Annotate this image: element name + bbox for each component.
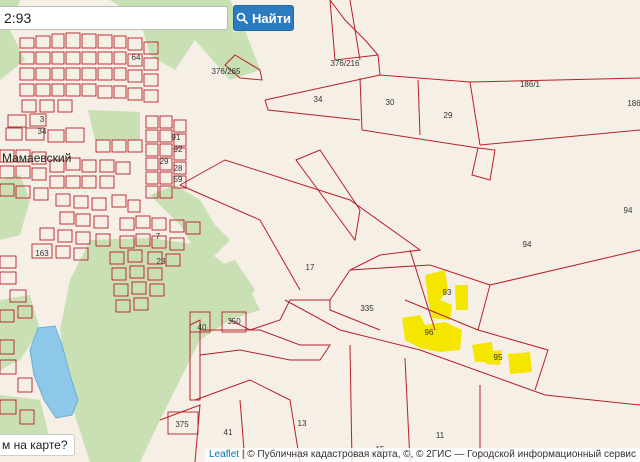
map-attribution: Leaflet | © Публичная кадастровая карта,…	[205, 448, 640, 462]
parcel-label: 17	[306, 263, 315, 272]
parcel-label: 94	[624, 206, 633, 215]
parcel-label: 96	[425, 328, 434, 337]
parcel-label: 3	[40, 115, 45, 124]
parcel-label: 59	[174, 175, 183, 184]
leaflet-link[interactable]: Leaflet	[209, 449, 239, 460]
parcel-label: 13	[298, 419, 307, 428]
place-name: Мамаевский	[2, 151, 71, 165]
parcel-label: 92	[174, 145, 183, 154]
parcel-label: 29	[444, 111, 453, 120]
parcel-label: 186	[627, 99, 640, 108]
parcel-label: 34	[38, 127, 47, 136]
parcel-label: 28	[174, 164, 183, 173]
parcel-label: 95	[494, 353, 503, 362]
parcel-label: 335	[360, 304, 374, 313]
parcel-label: 94	[523, 240, 532, 249]
cadastral-map[interactable]: 376/265 376/216 186/1 186 34 30 29 94 94…	[0, 0, 640, 462]
parcel-label: 163	[35, 249, 49, 258]
parcel-label: 350	[227, 317, 241, 326]
parcel-label: 376/216	[331, 59, 360, 68]
search-icon	[236, 12, 248, 24]
search-field[interactable]	[0, 6, 228, 30]
search-button[interactable]: Найти	[233, 5, 294, 31]
parcel-label: 11	[436, 431, 445, 440]
parcel-label: 376/265	[212, 67, 241, 76]
parcel-label: 30	[386, 98, 395, 107]
parcel-label: 40	[198, 323, 207, 332]
parcel-label: 91	[172, 133, 181, 142]
parcel-label: 64	[132, 53, 141, 62]
parcel-label: 23	[157, 257, 166, 266]
parcel-label: 29	[160, 157, 169, 166]
parcel-label: 375	[175, 420, 189, 429]
ask-map-link[interactable]: м на карте?	[0, 434, 75, 456]
parcel-label: 34	[314, 95, 323, 104]
attribution-text: | © Публичная кадастровая карта, ©, © 2Г…	[241, 449, 636, 460]
parcel-label: 41	[224, 428, 233, 437]
search-button-label: Найти	[252, 10, 291, 26]
parcel-label: 7	[156, 232, 161, 241]
search-input[interactable]	[4, 7, 227, 29]
parcel-label: 93	[443, 288, 452, 297]
parcel-label: 186/1	[520, 80, 541, 89]
